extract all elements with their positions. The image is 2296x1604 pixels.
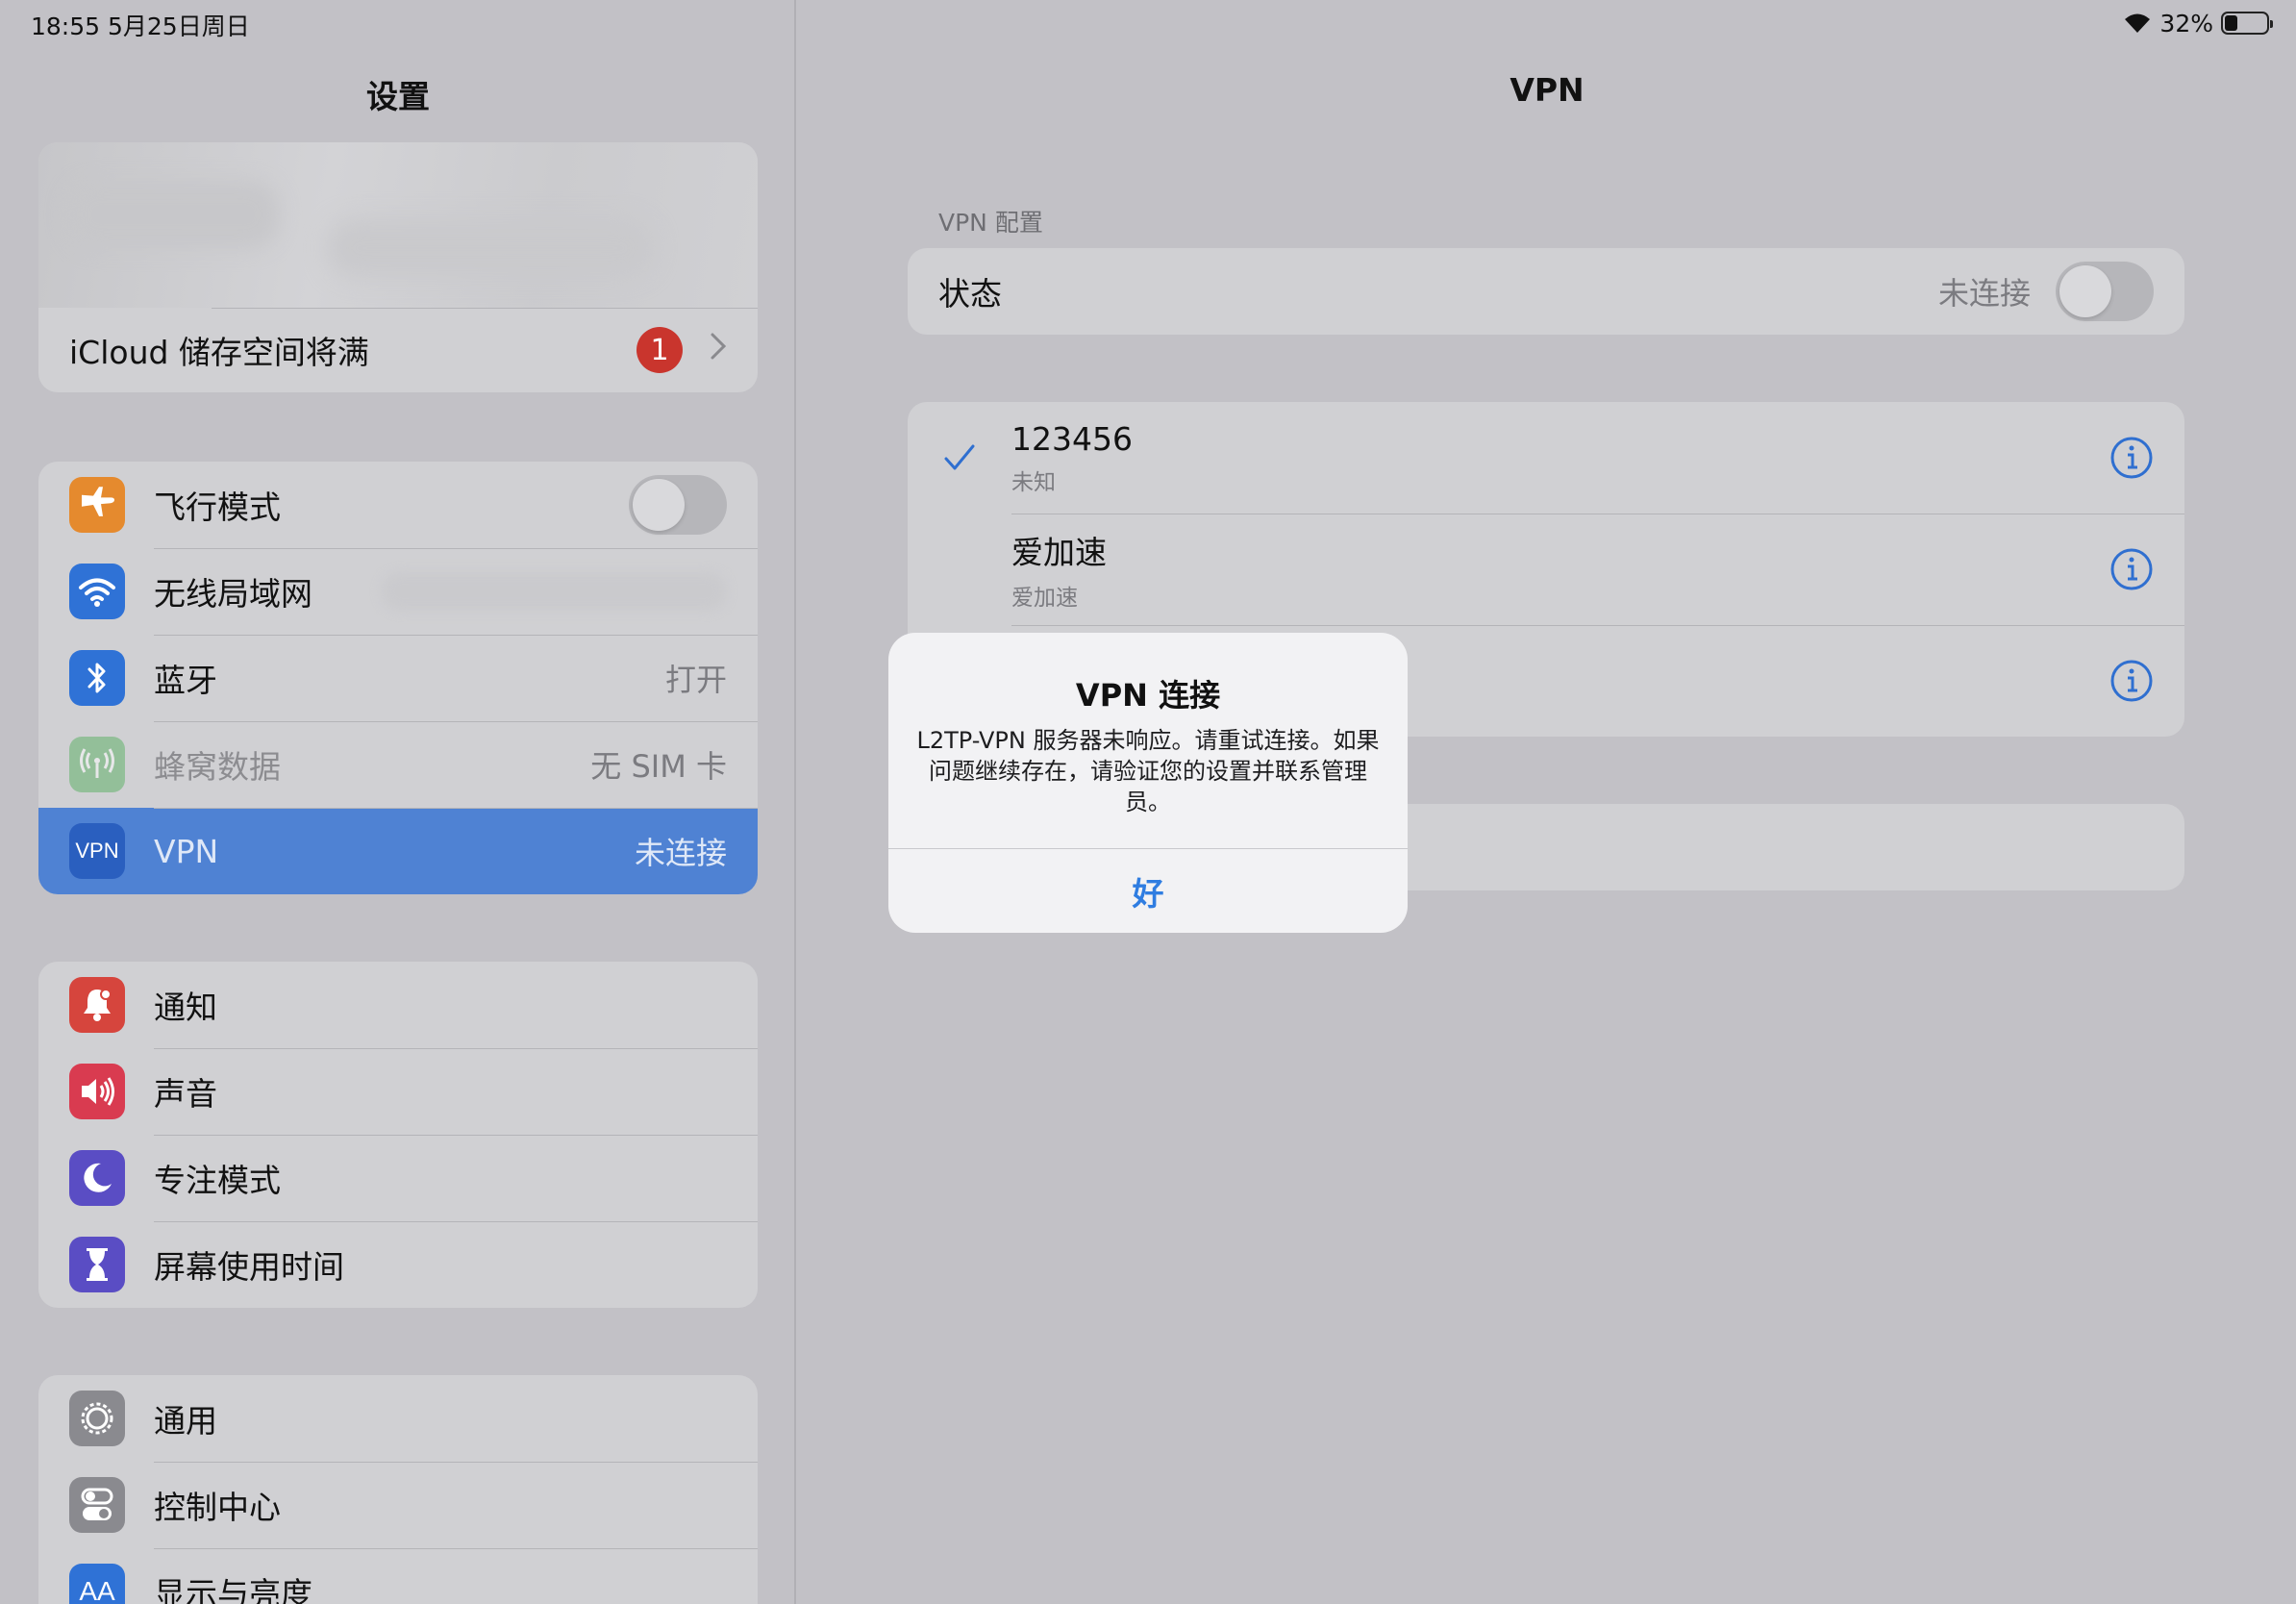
antenna-icon: [69, 737, 125, 792]
sidebar-item-bluetooth[interactable]: 蓝牙 打开: [38, 635, 758, 721]
sidebar-item-focus[interactable]: 专注模式: [38, 1135, 758, 1221]
notifications-group: 通知 声音 专注模式 屏幕使用时间: [38, 962, 758, 1308]
info-icon[interactable]: [2109, 547, 2154, 591]
sidebar-item-label: 蓝牙: [154, 662, 217, 699]
vpn-status: 未连接: [634, 835, 727, 871]
bluetooth-status: 打开: [664, 662, 727, 698]
bell-icon: [69, 977, 125, 1033]
status-time: 18:55 5月25日周日: [31, 13, 250, 40]
sidebar-item-label: 控制中心: [154, 1489, 281, 1526]
general-group: 通用 控制中心 AA 显示与亮度: [38, 1375, 758, 1604]
sidebar-item-control-center[interactable]: 控制中心: [38, 1462, 758, 1548]
sidebar-title: 设置: [366, 78, 430, 115]
ok-button[interactable]: 好: [888, 848, 1408, 933]
notification-badge: 1: [636, 327, 683, 373]
vpn-config-subtitle: 未知: [1011, 469, 1056, 495]
sidebar-item-general[interactable]: 通用: [38, 1375, 758, 1462]
sidebar-item-label: VPN: [154, 832, 219, 870]
vpn-icon: VPN: [69, 823, 125, 879]
wifi-network-name-blurred: [381, 572, 727, 611]
cellular-status: 无 SIM 卡: [590, 748, 727, 785]
bluetooth-icon: [69, 650, 125, 706]
alert-title: VPN 连接: [1075, 677, 1221, 714]
sidebar-item-label: 通知: [154, 989, 217, 1026]
icloud-storage-row[interactable]: iCloud 储存空间将满 1: [38, 308, 758, 392]
info-icon[interactable]: [2109, 436, 2154, 480]
airplane-mode-toggle[interactable]: [629, 475, 727, 535]
battery-percent: 32%: [2159, 9, 2213, 38]
sidebar-item-label: 专注模式: [154, 1162, 281, 1199]
sidebar-item-display[interactable]: AA 显示与亮度: [38, 1548, 758, 1604]
sidebar-item-vpn[interactable]: VPN VPN 未连接: [38, 808, 758, 894]
battery-fill: [2225, 15, 2238, 31]
moon-icon: [69, 1150, 125, 1206]
info-icon[interactable]: [2109, 659, 2154, 703]
sidebar-item-label: 显示与亮度: [154, 1575, 312, 1604]
vpn-status-group: 状态 未连接: [908, 248, 2184, 335]
settings-sidebar: 18:55 5月25日周日 设置 iCloud 储存空间将满 1 飞行模式 无线…: [0, 0, 796, 1604]
apple-id-profile[interactable]: [38, 142, 758, 308]
vpn-config-text: 爱加速 爱加速: [1011, 527, 2109, 612]
sidebar-item-label: 通用: [154, 1402, 217, 1440]
vpn-config-row[interactable]: 123456 未知: [908, 402, 2184, 514]
text-size-icon: AA: [69, 1564, 125, 1604]
sidebar-item-label: 声音: [154, 1075, 217, 1113]
sidebar-item-label: 无线局域网: [154, 575, 312, 613]
toggle-knob: [633, 479, 685, 531]
page-title: VPN: [1510, 71, 1585, 109]
sidebar-item-label: 蜂窝数据: [154, 748, 281, 786]
gear-icon: [69, 1391, 125, 1446]
wifi-icon: [69, 564, 125, 619]
sidebar-item-sounds[interactable]: 声音: [38, 1048, 758, 1135]
alert-message: L2TP-VPN 服务器未响应。请重试连接。如果问题继续存在，请验证您的设置并联…: [916, 727, 1380, 815]
vpn-config-name: 123456: [1011, 419, 1133, 458]
airplane-icon: [69, 477, 125, 533]
sidebar-item-screen-time[interactable]: 屏幕使用时间: [38, 1221, 758, 1308]
icloud-storage-label: iCloud 储存空间将满: [69, 334, 369, 371]
vpn-config-name: 爱加速: [1011, 534, 1107, 571]
speaker-icon: [69, 1064, 125, 1119]
vpn-config-text: 123456 未知: [1011, 420, 2109, 496]
chevron-right-icon: [710, 331, 727, 369]
wifi-status-icon: [2123, 12, 2152, 35]
hourglass-icon: [69, 1237, 125, 1292]
sidebar-item-wifi[interactable]: 无线局域网: [38, 548, 758, 635]
vpn-config-row[interactable]: 爱加速 爱加速: [908, 514, 2184, 625]
sidebar-item-notifications[interactable]: 通知: [38, 962, 758, 1048]
switches-icon: [69, 1477, 125, 1533]
status-indicators: 32%: [2123, 8, 2273, 38]
status-value: 未连接: [1937, 275, 2031, 312]
vpn-connection-alert: VPN 连接 L2TP-VPN 服务器未响应。请重试连接。如果问题继续存在，请验…: [888, 633, 1408, 933]
battery-icon: [2221, 12, 2273, 35]
toggle-knob: [2059, 265, 2111, 317]
checkmark-icon: [908, 443, 1011, 472]
sidebar-item-label: 屏幕使用时间: [154, 1248, 344, 1286]
connectivity-group: 飞行模式 无线局域网 蓝牙 打开 蜂窝数据 无 SIM 卡 VPN VPN 未连…: [38, 462, 758, 894]
vpn-status-row: 状态 未连接: [908, 248, 2184, 335]
vpn-config-subtitle: 爱加速: [1011, 586, 1078, 611]
profile-group: iCloud 储存空间将满 1: [38, 142, 758, 392]
section-header: VPN 配置: [938, 209, 1043, 237]
sidebar-item-label: 飞行模式: [154, 489, 281, 526]
vpn-toggle[interactable]: [2056, 262, 2154, 321]
sidebar-item-cellular[interactable]: 蜂窝数据 无 SIM 卡: [38, 721, 758, 808]
status-label: 状态: [938, 275, 1002, 313]
sidebar-item-airplane-mode[interactable]: 飞行模式: [38, 462, 758, 548]
